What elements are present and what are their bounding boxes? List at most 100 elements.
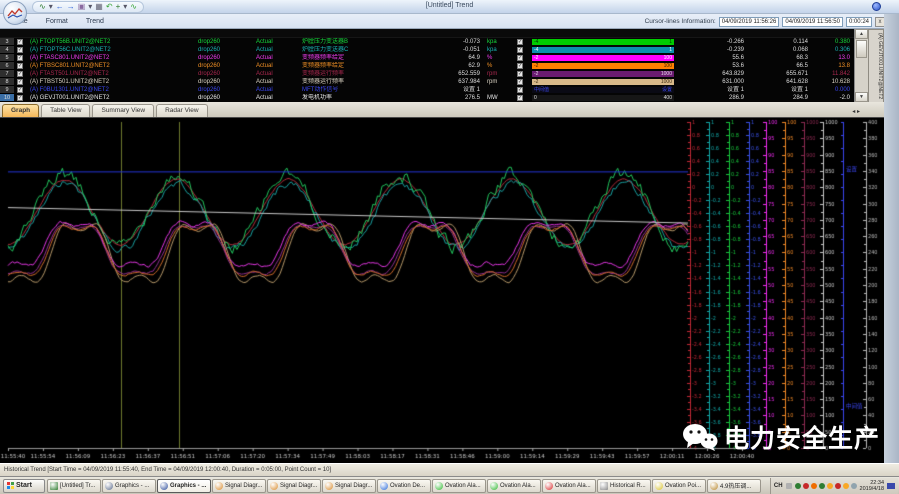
tab-summary-view[interactable]: Summary View [92, 104, 154, 117]
taskbar-button[interactable]: Ovation Poi... [652, 479, 706, 493]
scale-checkbox[interactable]: ✓ [517, 87, 523, 93]
help-icon[interactable] [872, 2, 881, 11]
taskbar-button[interactable]: Signal Diagr... [267, 479, 321, 493]
tray-status-icon[interactable] [827, 483, 833, 489]
taskbar-button[interactable]: Signal Diagr... [212, 479, 266, 493]
table-row[interactable]: 3✓(A) FTOPT56B.UNIT2@NET2drop260Actual炉膛… [0, 38, 854, 46]
trend-plot-canvas[interactable] [0, 118, 884, 463]
visibility-checkbox[interactable]: ✓ [17, 63, 23, 69]
signal-table-header [0, 29, 854, 38]
table-row[interactable]: 6✓(A) FTBSC801.UNIT2@NET2drop260Actual变频… [0, 62, 854, 70]
tab-scroll-arrows[interactable]: ◂ ▸ [852, 108, 860, 115]
scale-bar: 0400 [532, 95, 674, 101]
taskbar-button[interactable]: Signal Diagr... [322, 479, 376, 493]
ovation-icon [490, 482, 498, 490]
menu-trend[interactable]: Trend [77, 18, 113, 25]
row-checkbox-cell: ✓ [14, 46, 30, 54]
row-number[interactable]: 10 [0, 94, 14, 102]
row-number[interactable]: 8 [0, 78, 14, 86]
keyboard-icon[interactable] [786, 483, 792, 489]
menu-format[interactable]: Format [37, 18, 77, 25]
scale-checkbox[interactable]: ✓ [517, 39, 523, 45]
table-row[interactable]: 10✓(A) GEVJT001.UNIT2@NET2drop260Actual发… [0, 94, 854, 102]
scale-checkbox[interactable]: ✓ [517, 71, 523, 77]
signal-value: 设置 1 [420, 86, 484, 94]
signal-value: 637.984 [420, 78, 484, 86]
cursor2-value: 655.671 [748, 70, 812, 78]
visibility-checkbox[interactable]: ✓ [17, 95, 23, 101]
row-checkbox-cell: ✓ [14, 78, 30, 86]
signal-icon [325, 482, 333, 490]
table-row[interactable]: 4✓(A) FTOPT56C.UNIT2@NET2drop260Actual炉膛… [0, 46, 854, 54]
signal-units: rpm [484, 78, 514, 86]
tray-status-icon[interactable] [803, 483, 809, 489]
start-button[interactable]: Start [3, 479, 45, 493]
taskbar-button[interactable]: [Untitled] Tr... [47, 479, 101, 493]
signal-name: (A) FTBST501.UNIT2@NET2 [30, 78, 198, 86]
cursor-time-1[interactable]: 04/09/2019 11:56:26 [719, 17, 780, 27]
trend-graph-panel: 电力安全生产 [0, 118, 884, 463]
table-row[interactable]: 8✓(A) FTBST501.UNIT2@NET2drop260Actual变频… [0, 78, 854, 86]
row-number[interactable]: 9 [0, 86, 14, 94]
row-checkbox-cell: ✓ [14, 94, 30, 102]
row-number[interactable]: 7 [0, 70, 14, 78]
taskbar-button[interactable]: Historical R... [597, 479, 651, 493]
scale-max: 1 [669, 47, 672, 53]
scale-min: 中间值 [534, 87, 549, 93]
signal-units: kpa [484, 38, 514, 46]
scroll-up-icon[interactable]: ▲ [855, 29, 868, 39]
taskbar-button[interactable]: Graphics - ... [102, 479, 156, 493]
signal-drop: drop260 [198, 86, 256, 94]
window-right-edge [884, 14, 899, 463]
trend-logo-icon [7, 7, 23, 19]
tray-status-icon[interactable] [835, 483, 841, 489]
delta-value: -2.0 [812, 94, 854, 102]
tab-radar-view[interactable]: Radar View [156, 104, 207, 117]
tab-graph[interactable]: Graph [2, 104, 39, 117]
scale-checkbox[interactable]: ✓ [517, 95, 523, 101]
scroll-down-icon[interactable]: ▼ [855, 92, 868, 102]
cursor-time-2[interactable]: 04/09/2019 11:56:50 [782, 17, 843, 27]
visibility-checkbox[interactable]: ✓ [17, 71, 23, 77]
language-indicator[interactable]: CH [774, 483, 783, 489]
taskbar-button[interactable]: Ovation De... [377, 479, 431, 493]
table-row[interactable]: 5✓(A) FTASC801.UNIT2@NET2drop260Actual变频… [0, 54, 854, 62]
row-number[interactable]: 4 [0, 46, 14, 54]
visibility-checkbox[interactable]: ✓ [17, 47, 23, 53]
scale-checkbox[interactable]: ✓ [517, 79, 523, 85]
scale-checkbox[interactable]: ✓ [517, 63, 523, 69]
visibility-checkbox[interactable]: ✓ [17, 79, 23, 85]
visibility-checkbox[interactable]: ✓ [17, 55, 23, 61]
application-orb-button[interactable] [3, 1, 27, 25]
scrollbar-thumb[interactable] [856, 40, 867, 58]
taskbar-button[interactable]: Ovation Ala... [432, 479, 486, 493]
table-row[interactable]: 7✓(A) FTAST501.UNIT2@NET2drop260Actual变频… [0, 70, 854, 78]
menu-bar: Home Format Trend Cursor-lines Informati… [0, 14, 899, 29]
visibility-checkbox[interactable]: ✓ [17, 87, 23, 93]
taskbar-button[interactable]: 4.9热压调... [707, 479, 761, 493]
taskbar-button-label: Graphics - ... [115, 483, 149, 489]
task-buttons: [Untitled] Tr... Graphics - ... Graphics -… [47, 479, 770, 493]
tray-status-icon[interactable] [843, 483, 849, 489]
table-scrollbar[interactable]: ▲ ▼ [854, 29, 868, 102]
tray-status-icon[interactable] [851, 483, 857, 489]
scale-checkbox[interactable]: ✓ [517, 47, 523, 53]
tray-status-icon[interactable] [795, 483, 801, 489]
signal-name: (A) FTOPT56B.UNIT2@NET2 [30, 38, 198, 46]
visibility-checkbox[interactable]: ✓ [17, 39, 23, 45]
clock[interactable]: 22:342019/4/18 [860, 480, 884, 492]
tray-status-icon[interactable] [811, 483, 817, 489]
scale-checkbox[interactable]: ✓ [517, 55, 523, 61]
scale-min: -2 [534, 71, 538, 77]
tray-status-icon[interactable] [819, 483, 825, 489]
taskbar-button[interactable]: Ovation Ala... [487, 479, 541, 493]
taskbar-button[interactable]: Ovation Ala... [542, 479, 596, 493]
row-number[interactable]: 3 [0, 38, 14, 46]
scale-max: 400 [664, 95, 672, 101]
signal-type: Actual [256, 86, 302, 94]
tab-table-view[interactable]: Table View [41, 104, 90, 117]
taskbar-button[interactable]: Graphics - ... [157, 479, 211, 493]
row-number[interactable]: 6 [0, 62, 14, 70]
table-row[interactable]: 9✓(A) F0BU1301.UNIT2@NET2drop260ActualMF… [0, 86, 854, 94]
row-number[interactable]: 5 [0, 54, 14, 62]
